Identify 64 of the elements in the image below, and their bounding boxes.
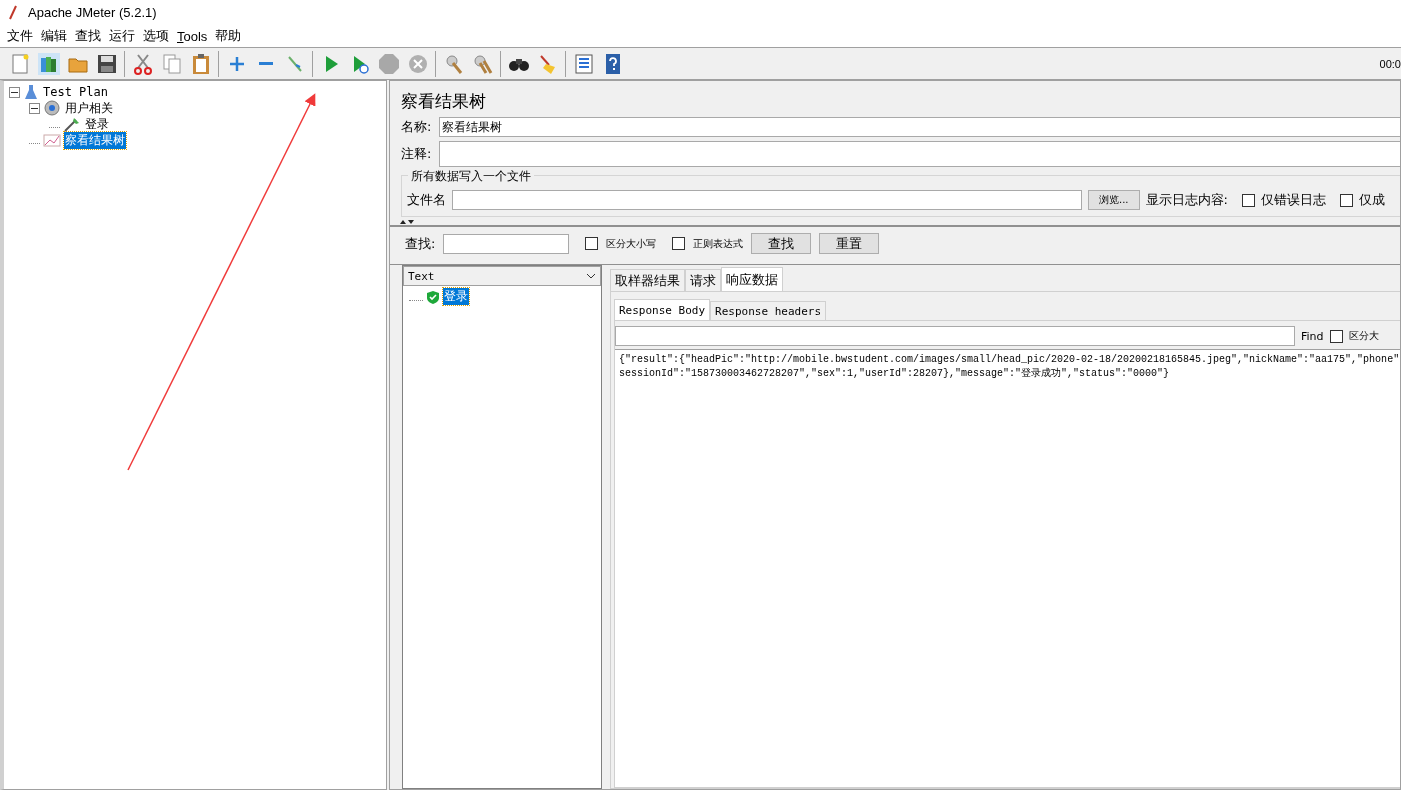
save-icon: [95, 52, 118, 75]
menu-item[interactable]: 查找: [72, 27, 104, 45]
browse-button[interactable]: 浏览...: [1088, 190, 1140, 210]
search-label: 查找:: [405, 234, 436, 253]
tab[interactable]: Response Body: [614, 299, 711, 320]
flask-icon: [23, 84, 39, 100]
checkbox[interactable]: [1241, 193, 1255, 207]
collapse-toggle[interactable]: [9, 86, 20, 98]
tree-item[interactable]: 登录: [84, 115, 110, 133]
checkbox[interactable]: [1339, 193, 1353, 207]
elapsed-time: 00:0: [1379, 57, 1401, 70]
log-label: 显示日志内容:: [1145, 191, 1228, 209]
filename-field[interactable]: [452, 190, 1082, 210]
name-field[interactable]: 察看结果树: [439, 117, 1400, 137]
search-field[interactable]: [443, 233, 570, 254]
comment-label: 注释:: [401, 145, 432, 163]
shutdown-icon: [406, 52, 429, 75]
copy-icon: [160, 52, 183, 75]
window-title: Apache JMeter (5.2.1): [28, 5, 157, 20]
find-field[interactable]: [615, 326, 1295, 346]
menu-item[interactable]: 帮助: [212, 27, 245, 45]
gear-icon: [43, 100, 61, 116]
chart-icon: [43, 133, 61, 147]
response-text: sessionId":"158730003462728207","sex":1,"userId":28207},"message":"登录成功","status":"0000"}: [619, 367, 1171, 381]
comment-field[interactable]: [439, 141, 1400, 167]
search-button[interactable]: 查找: [751, 233, 812, 254]
checkbox-label: 仅成: [1358, 191, 1385, 209]
reset-button[interactable]: 重置: [819, 233, 880, 254]
name-label: 名称:: [401, 118, 432, 136]
checkbox-label: 区分大小写: [606, 236, 657, 251]
checkbox-label: 区分大: [1348, 329, 1379, 343]
menu-item[interactable]: 文件: [4, 27, 36, 45]
tree-item[interactable]: Test Plan: [42, 85, 110, 99]
tab[interactable]: 请求: [685, 269, 721, 291]
pipette-icon: [63, 116, 81, 132]
menu-item[interactable]: Tools: [174, 28, 211, 44]
books-icon: [37, 52, 60, 75]
stop-icon: [377, 52, 400, 75]
checkbox-label: 正则表达式: [693, 236, 744, 251]
result-item[interactable]: 登录: [443, 288, 469, 305]
chevron-down-icon: [586, 273, 596, 279]
menu-item[interactable]: 选项: [140, 27, 172, 45]
tab[interactable]: Response headers: [710, 301, 827, 320]
checkbox[interactable]: [672, 237, 686, 250]
checkbox[interactable]: [1329, 329, 1343, 343]
checkbox-label: 仅错误日志: [1260, 191, 1326, 209]
find-label: Find: [1301, 329, 1324, 343]
tree-item[interactable]: 察看结果树: [64, 131, 126, 149]
filename-label: 文件名: [407, 191, 446, 209]
minus-icon: [258, 62, 273, 65]
group-title: 所有数据写入一个文件: [408, 168, 534, 185]
checkbox[interactable]: [585, 237, 599, 250]
renderer-dropdown[interactable]: Text: [403, 266, 601, 286]
tab[interactable]: 取样器结果: [610, 269, 685, 291]
menu-item[interactable]: 编辑: [38, 27, 70, 45]
clear-all-icon: [471, 52, 494, 75]
collapse-toggle[interactable]: [29, 102, 40, 114]
list-icon: [572, 52, 595, 75]
tree-item[interactable]: 用户相关: [64, 99, 114, 117]
scissors-icon: [131, 52, 154, 75]
menu-item[interactable]: 运行: [106, 27, 138, 45]
tab[interactable]: 响应数据: [721, 267, 783, 291]
response-text: {"result":{"headPic":"http://mobile.bwstudent.com/images/small/head_pic/2020-02-18/20200218165845.jpeg","nickName":"aa175","phone":: [619, 353, 1396, 367]
panel-title: 察看结果树: [400, 90, 487, 113]
